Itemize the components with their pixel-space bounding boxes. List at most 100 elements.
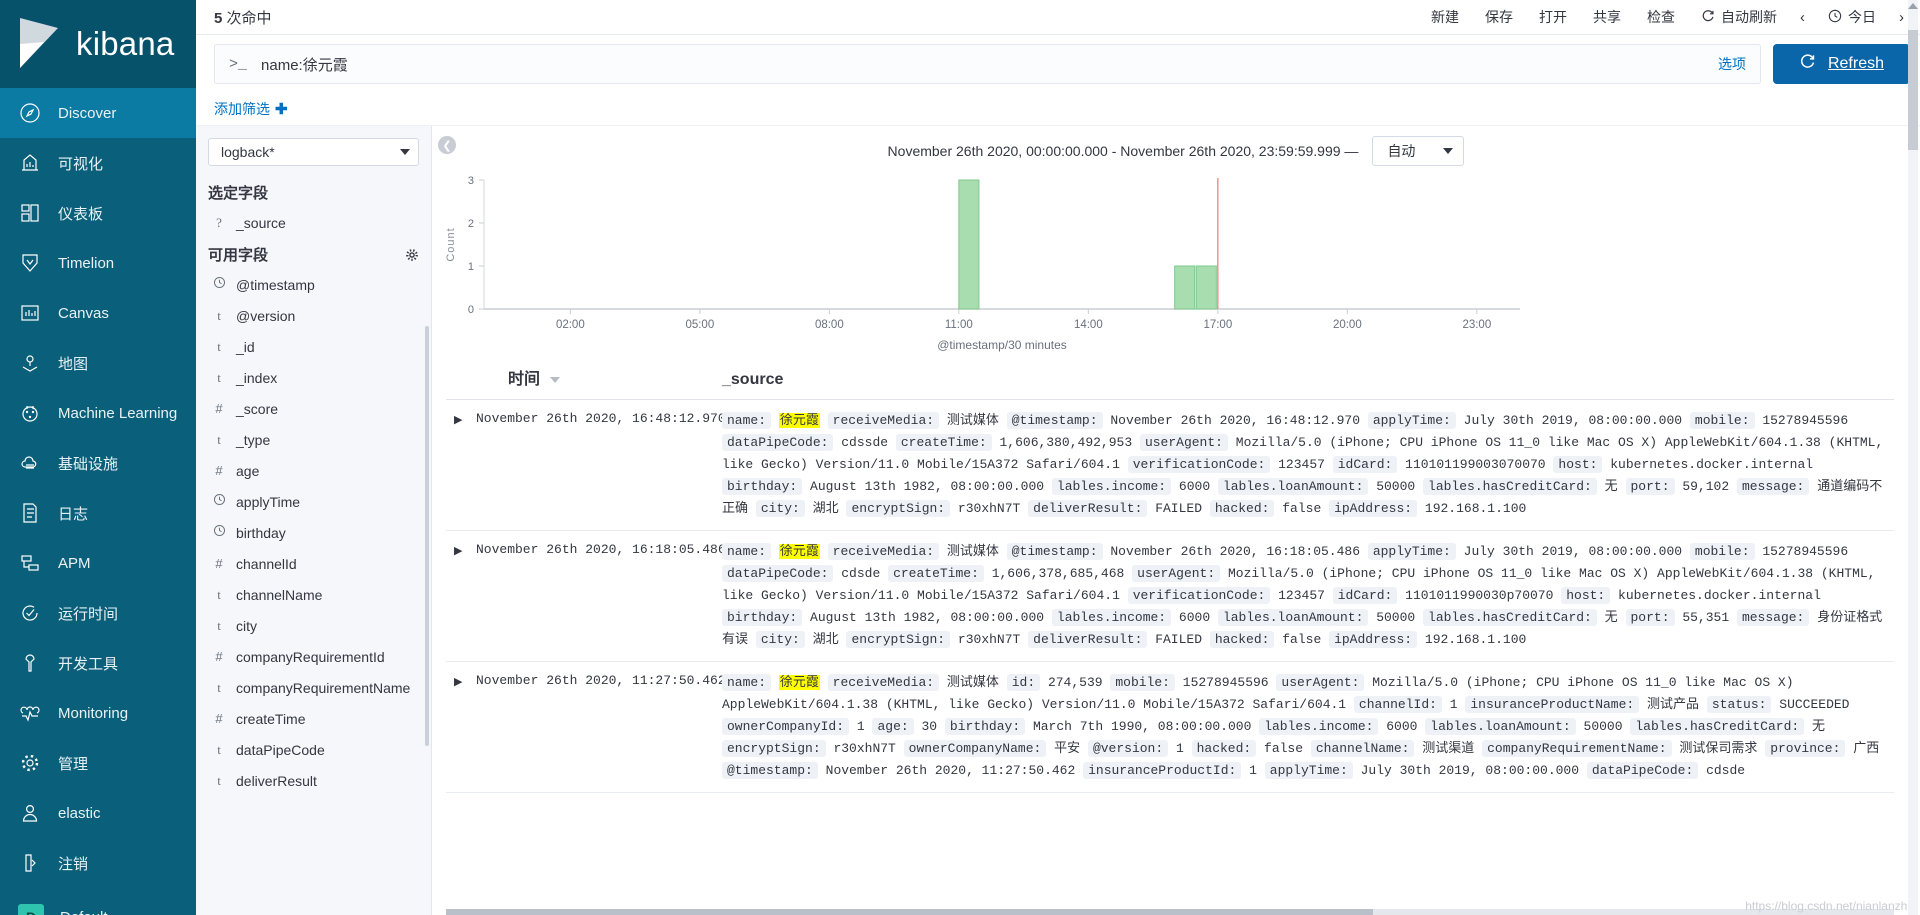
histogram-chart[interactable]: 0 1 2 3 Count 02:00 05:00 08:00 11:00 14:00 17:00 2… xyxy=(432,170,1920,355)
doc-field-value: cdsde xyxy=(1706,763,1746,778)
table-row[interactable]: ▶ November 26th 2020, 16:18:05.486 name: 徐… xyxy=(446,530,1894,662)
toolbar-share-button[interactable]: 共享 xyxy=(1580,0,1634,35)
expand-row-icon[interactable]: ▶ xyxy=(454,676,462,688)
field-item-timestamp[interactable]: @timestamp xyxy=(196,269,431,300)
doc-field-key: insuranceProductName: xyxy=(1465,696,1640,713)
field-item-companyRequirementId[interactable]: # companyRequirementId xyxy=(196,641,431,672)
field-item-companyRequirementName[interactable]: t companyRequirementName xyxy=(196,672,431,703)
doc-source-cell: name: 徐元霞 receiveMedia: 测试媒体 @timestamp:… xyxy=(712,530,1894,662)
interval-select[interactable]: 自动 xyxy=(1372,136,1465,166)
sidebar-item-label: APM xyxy=(58,554,91,572)
sidebar-item-仪表板[interactable]: 仪表板 xyxy=(0,188,196,238)
toolbar-open-button[interactable]: 打开 xyxy=(1526,0,1580,35)
sidebar-item-日志[interactable]: 日志 xyxy=(0,488,196,538)
doc-field-value: 1 xyxy=(1249,763,1257,778)
time-column-header[interactable]: 时间 xyxy=(472,355,712,400)
field-item-_source[interactable]: ? _source xyxy=(196,207,431,238)
field-item-_index[interactable]: t _index xyxy=(196,362,431,393)
doc-field-value: July 30th 2019, 08:00:00.000 xyxy=(1463,544,1683,559)
refresh-button[interactable]: Refresh xyxy=(1772,44,1910,84)
expand-row-icon[interactable]: ▶ xyxy=(454,414,462,426)
doc-field-key: name: xyxy=(722,543,772,560)
doc-field-value: July 30th 2019, 08:00:00.000 xyxy=(1463,413,1683,428)
scroll-up-arrow-icon[interactable] xyxy=(1908,3,1918,9)
refresh-button-label: Refresh xyxy=(1827,55,1884,72)
gear-icon xyxy=(18,751,42,775)
source-column-header[interactable]: _source xyxy=(712,355,1894,400)
index-pattern-select[interactable]: logback* xyxy=(208,138,419,166)
field-item-city[interactable]: t city xyxy=(196,610,431,641)
plus-icon: ✚ xyxy=(275,101,288,118)
sort-desc-icon[interactable] xyxy=(550,376,561,383)
toolbar-action-label: 自动刷新 xyxy=(1721,9,1777,25)
doc-field-key: deliverResult: xyxy=(1028,631,1148,648)
doc-field-value: 123457 xyxy=(1278,457,1325,472)
time-picker-button[interactable]: 今日 xyxy=(1815,0,1889,35)
page-scrollbar[interactable] xyxy=(1908,0,1918,915)
doc-field-value: July 30th 2019, 08:00:00.000 xyxy=(1360,763,1580,778)
doc-field-value: August 13th 1982, 08:00:00.000 xyxy=(810,479,1045,494)
sidebar-item-space-default[interactable]: D Default xyxy=(0,892,196,915)
query-options-link[interactable]: 选项 xyxy=(1718,54,1746,74)
sidebar-item-discover[interactable]: Discover xyxy=(0,88,196,138)
toolbar-inspect-button[interactable]: 检查 xyxy=(1634,0,1688,35)
field-item-_id[interactable]: t _id xyxy=(196,331,431,362)
hits-label: 次命中 xyxy=(226,9,272,27)
sidebar-item-timelion[interactable]: Timelion xyxy=(0,238,196,288)
time-prev-button[interactable]: ‹ xyxy=(1790,0,1815,35)
field-item-createTime[interactable]: # createTime xyxy=(196,703,431,734)
sidebar-nav-list: Discover 可视化仪表板 Timelion Canvas 地图 Machine Le… xyxy=(0,88,196,888)
add-filter-button[interactable]: 添加筛选 ✚ xyxy=(214,99,288,119)
field-item-deliverResult[interactable]: t deliverResult xyxy=(196,765,431,796)
table-row[interactable]: ▶ November 26th 2020, 11:27:50.462 name: 徐… xyxy=(446,661,1894,793)
field-item-_score[interactable]: # _score xyxy=(196,393,431,424)
horizontal-scrollbar[interactable] xyxy=(446,909,1894,915)
toolbar-auto-refresh-button[interactable]: 自动刷新 xyxy=(1688,0,1790,35)
doc-field-key: lables.income: xyxy=(1051,609,1172,626)
field-type-icon: t xyxy=(217,338,221,354)
search-input[interactable]: >_ name:徐元霞 选项 xyxy=(214,44,1761,84)
sidebar-item-地图[interactable]: 地图 xyxy=(0,338,196,388)
expand-row-icon[interactable]: ▶ xyxy=(454,545,462,557)
sidebar-item-apm[interactable]: APM xyxy=(0,538,196,588)
field-item-channelId[interactable]: # channelId xyxy=(196,548,431,579)
field-type-icon: t xyxy=(217,369,221,385)
field-item-channelName[interactable]: t channelName xyxy=(196,579,431,610)
sidebar-item-运行时间[interactable]: 运行时间 xyxy=(0,588,196,638)
doc-field-value: false xyxy=(1282,632,1322,647)
toolbar-save-button[interactable]: 保存 xyxy=(1472,0,1526,35)
sidebar-item-可视化[interactable]: 可视化 xyxy=(0,138,196,188)
field-item-age[interactable]: # age xyxy=(196,455,431,486)
field-item-dataPipeCode[interactable]: t dataPipeCode xyxy=(196,734,431,765)
sidebar-item-elastic[interactable]: elastic xyxy=(0,788,196,838)
expand-cell[interactable]: ▶ xyxy=(446,530,472,662)
sidebar-item-machine-learning[interactable]: Machine Learning xyxy=(0,388,196,438)
field-item-_type[interactable]: t _type xyxy=(196,424,431,455)
doc-field-key: message: xyxy=(1736,478,1810,495)
search-query-value[interactable]: name:徐元霞 xyxy=(261,54,1704,75)
sidebar-item-开发工具[interactable]: 开发工具 xyxy=(0,638,196,688)
kibana-logo[interactable]: kibana xyxy=(0,0,196,88)
gear-icon[interactable] xyxy=(405,248,419,262)
sidebar-item-管理[interactable]: 管理 xyxy=(0,738,196,788)
available-fields-label: 可用字段 xyxy=(208,247,269,264)
table-row[interactable]: ▶ November 26th 2020, 16:48:12.970 name: 徐… xyxy=(446,399,1894,531)
sidebar-item-canvas[interactable]: Canvas xyxy=(0,288,196,338)
field-list-scrollbar[interactable] xyxy=(425,326,429,746)
field-type-icon: t xyxy=(217,431,221,447)
sidebar-item-基础设施[interactable]: 基础设施 xyxy=(0,438,196,488)
field-item-birthday[interactable]: birthday xyxy=(196,517,431,548)
sidebar-item-monitoring[interactable]: Monitoring xyxy=(0,688,196,738)
expand-cell[interactable]: ▶ xyxy=(446,399,472,531)
field-item-version[interactable]: t @version xyxy=(196,300,431,331)
sidebar-item-label: 仪表板 xyxy=(58,205,104,223)
toolbar-new-button[interactable]: 新建 xyxy=(1418,0,1472,35)
field-name: channelId xyxy=(236,555,297,572)
field-type-icon: t xyxy=(217,307,221,323)
auto-refresh-icon xyxy=(1701,9,1715,26)
compass-icon xyxy=(18,101,42,125)
field-item-applyTime[interactable]: applyTime xyxy=(196,486,431,517)
sidebar-item-注销[interactable]: 注销 xyxy=(0,838,196,888)
collapse-sidebar-button[interactable]: ❮ xyxy=(438,136,456,154)
expand-cell[interactable]: ▶ xyxy=(446,661,472,793)
